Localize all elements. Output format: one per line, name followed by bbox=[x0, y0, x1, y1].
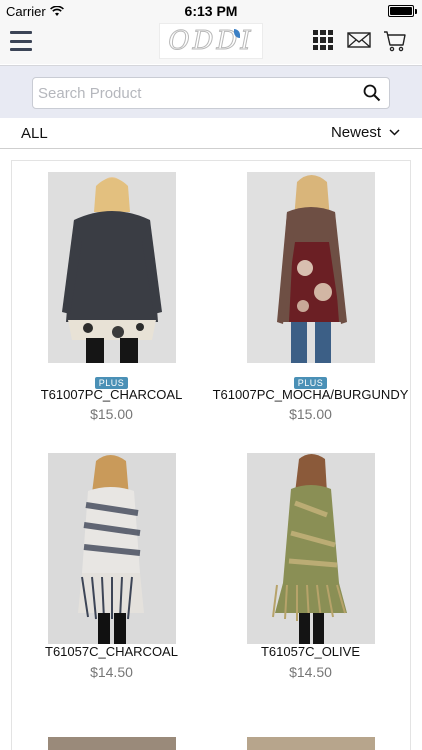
product-image[interactable] bbox=[48, 172, 176, 363]
search-box[interactable] bbox=[32, 77, 390, 109]
product-grid: PLUS T61007PC_CHARCOAL $15.00 PLUS T6100… bbox=[11, 160, 411, 750]
product-image[interactable] bbox=[48, 453, 176, 644]
product-image[interactable] bbox=[247, 172, 375, 363]
product-price: $14.50 bbox=[90, 664, 133, 680]
product-image[interactable] bbox=[48, 737, 176, 750]
product-price: $15.00 bbox=[289, 406, 332, 422]
cart-icon[interactable] bbox=[383, 30, 407, 52]
product-name: T61057C_CHARCOAL bbox=[45, 644, 178, 659]
product-card[interactable]: PLUS T61007PC_CHARCOAL $15.00 bbox=[12, 161, 212, 443]
status-bar: Carrier 6:13 PM bbox=[0, 0, 422, 22]
product-image[interactable] bbox=[247, 737, 375, 750]
product-name: T61007PC_CHARCOAL bbox=[40, 387, 183, 402]
product-name: T61057C_OLIVE bbox=[260, 644, 360, 659]
search-icon[interactable] bbox=[363, 84, 381, 102]
grid-icon[interactable] bbox=[313, 30, 333, 50]
battery-icon bbox=[388, 5, 417, 17]
product-price: $15.00 bbox=[90, 406, 133, 422]
search-input[interactable] bbox=[38, 78, 358, 108]
product-price: $14.50 bbox=[289, 664, 332, 680]
mail-icon[interactable] bbox=[347, 30, 371, 50]
clock: 6:13 PM bbox=[184, 3, 238, 19]
product-card[interactable]: T61057C_CHARCOAL $14.50 bbox=[12, 442, 212, 724]
chevron-down-icon bbox=[389, 129, 400, 136]
menu-icon[interactable] bbox=[10, 31, 32, 51]
sort-label: Newest bbox=[330, 124, 381, 141]
sort-dropdown[interactable]: Newest bbox=[331, 124, 400, 141]
product-card[interactable]: T61057C_OLIVE $14.50 bbox=[211, 442, 411, 724]
logo-text: ODDI bbox=[168, 26, 254, 57]
product-card[interactable] bbox=[211, 723, 411, 750]
category-filter[interactable]: ALL bbox=[21, 125, 48, 142]
filter-row: ALL Newest bbox=[0, 118, 422, 149]
product-card[interactable]: PLUS T61007PC_MOCHA/BURGUNDY $15.00 bbox=[211, 161, 411, 443]
product-image[interactable] bbox=[247, 453, 375, 644]
nav-bar: ODDI bbox=[0, 22, 422, 64]
brand-logo[interactable]: ODDI bbox=[159, 23, 263, 59]
search-area bbox=[0, 65, 422, 118]
product-card[interactable] bbox=[12, 723, 212, 750]
product-name: T61007PC_MOCHA/BURGUNDY bbox=[212, 387, 409, 402]
